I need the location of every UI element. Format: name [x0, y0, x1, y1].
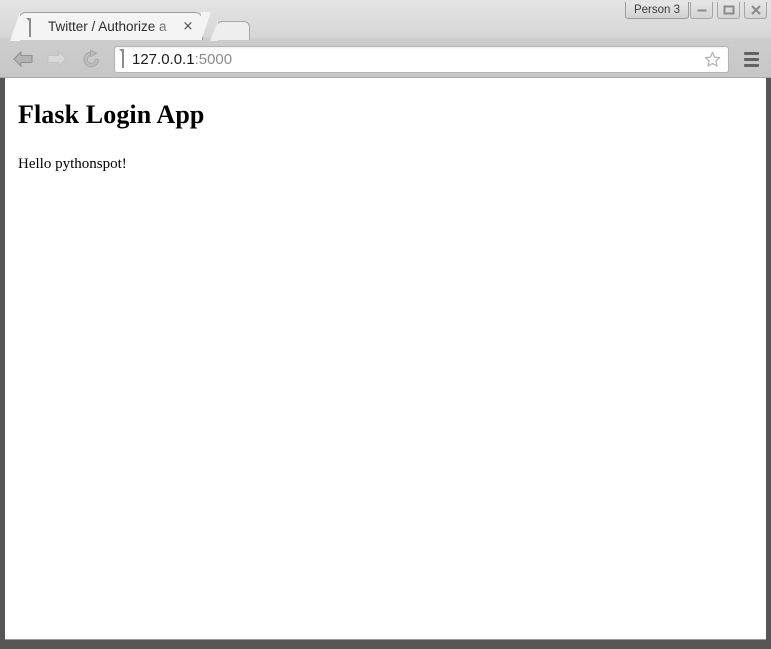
forward-button[interactable]	[42, 44, 72, 74]
menu-icon[interactable]	[737, 44, 765, 74]
maximize-button[interactable]	[717, 2, 740, 19]
url-host: 127.0.0.1	[132, 50, 195, 68]
maximize-icon	[723, 5, 734, 15]
close-button[interactable]	[744, 2, 767, 19]
menu-line	[743, 51, 759, 55]
close-icon[interactable]: ×	[180, 19, 196, 35]
page-title: Flask Login App	[18, 100, 205, 129]
menu-line	[743, 63, 759, 67]
forward-icon	[47, 50, 67, 68]
address-bar-text: 127.0.0.1:5000	[132, 51, 702, 68]
back-button[interactable]	[8, 44, 38, 74]
back-icon	[13, 50, 33, 68]
close-icon	[750, 5, 761, 15]
browser-chrome: Twitter / Authorize a × Person 3 127.0.0…	[0, 0, 771, 78]
url-port: :5000	[194, 50, 233, 68]
browser-toolbar: 127.0.0.1:5000	[0, 40, 771, 78]
page-icon	[29, 18, 41, 37]
tab-strip: Twitter / Authorize a × Person 3	[0, 0, 771, 41]
page-paragraph: Hello pythonspot!	[18, 156, 127, 172]
profile-button[interactable]: Person 3	[624, 2, 689, 19]
minimize-button[interactable]	[690, 2, 713, 19]
browser-window: Twitter / Authorize a × Person 3 127.0.0…	[0, 0, 771, 649]
page-viewport: Flask Login App Hello pythonspot!	[5, 78, 766, 640]
window-frame-bottom	[0, 640, 771, 649]
tab-title: Twitter / Authorize a	[48, 19, 167, 34]
new-tab-button[interactable]	[210, 21, 250, 41]
address-bar[interactable]: 127.0.0.1:5000	[114, 45, 729, 73]
minimize-icon	[697, 9, 706, 12]
reload-icon	[83, 48, 99, 67]
bookmark-star-icon[interactable]	[702, 49, 722, 69]
window-frame-right	[766, 78, 771, 649]
reload-button[interactable]	[76, 44, 106, 74]
page-icon	[122, 49, 124, 68]
window-controls	[690, 2, 767, 19]
tab-twitter-authorize[interactable]: Twitter / Authorize a ×	[18, 12, 203, 40]
page-content: Flask Login App Hello pythonspot!	[5, 78, 766, 181]
menu-line	[743, 57, 759, 61]
window-frame-left	[0, 78, 5, 649]
